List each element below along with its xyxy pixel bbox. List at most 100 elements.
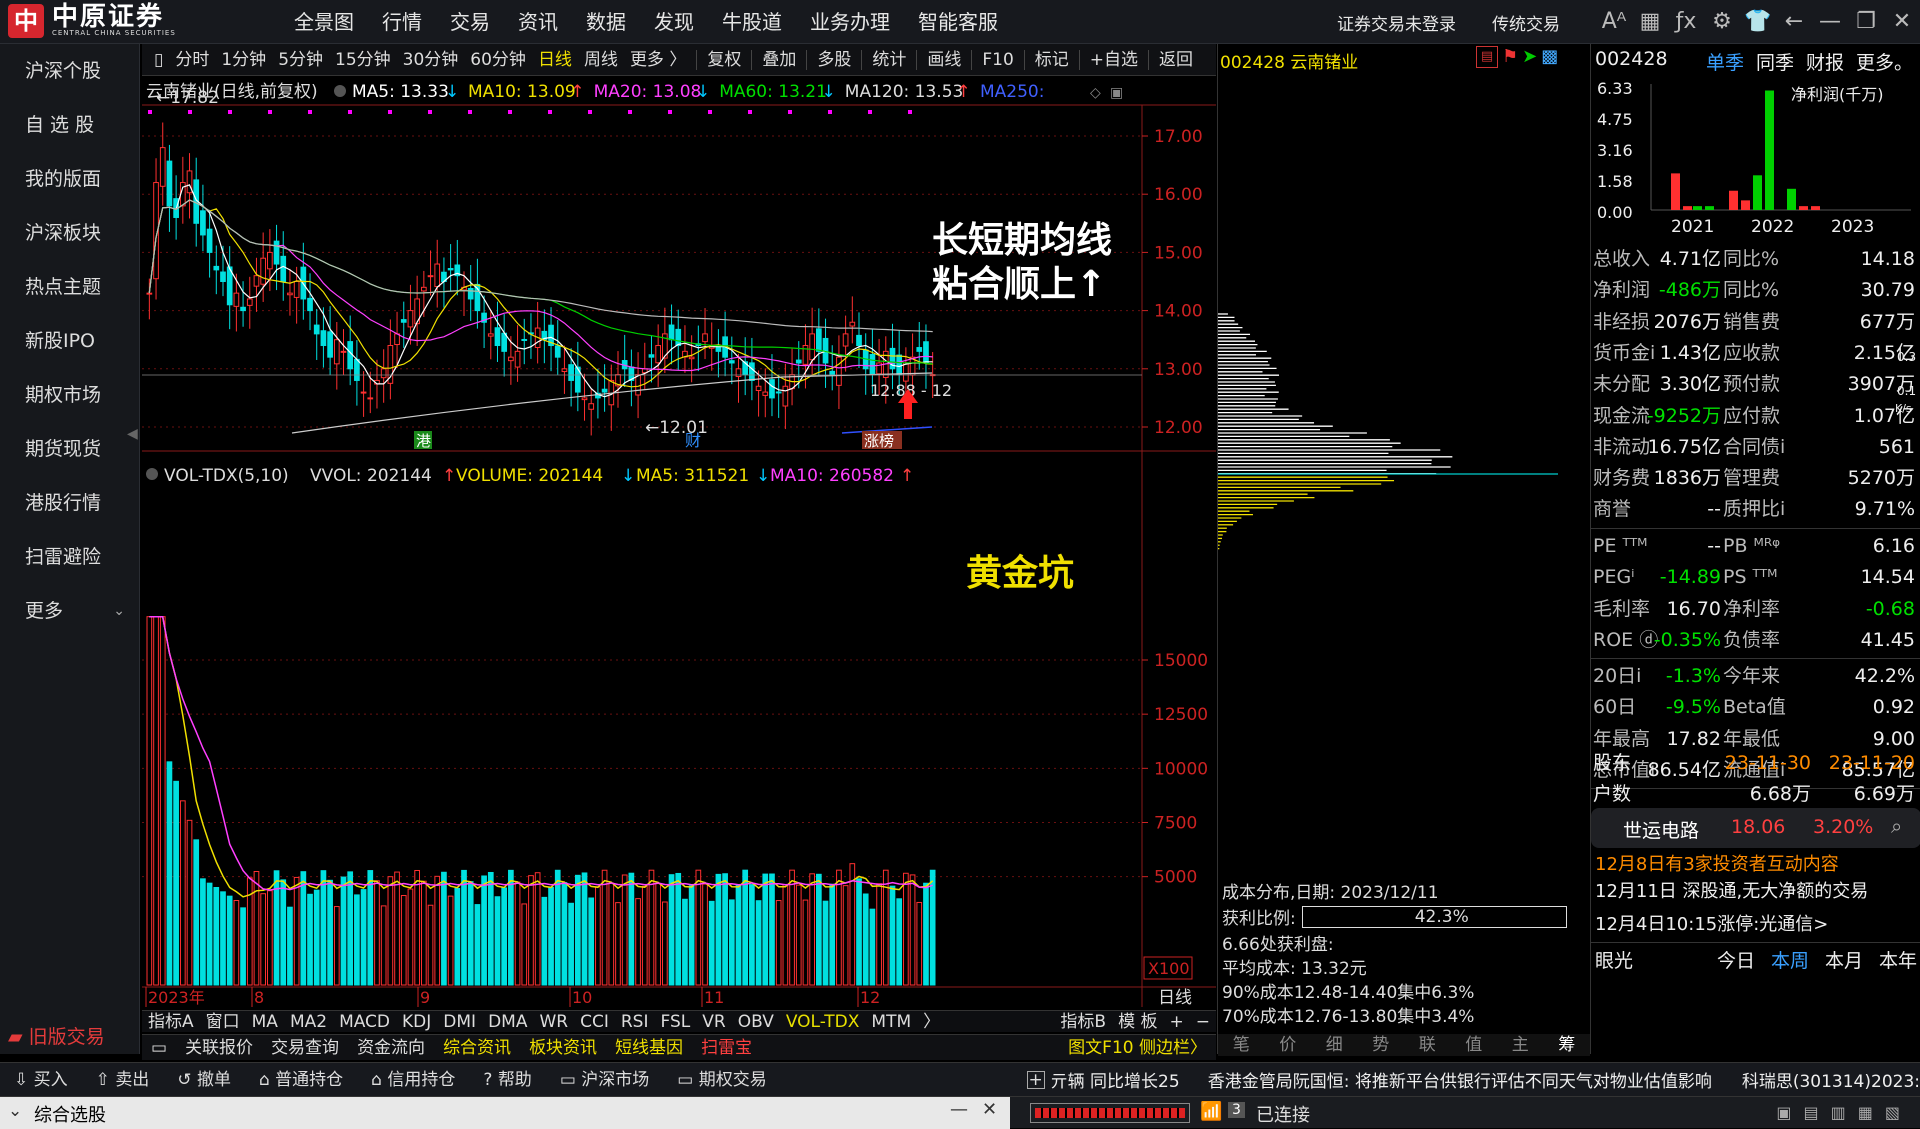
left-nav-item-10[interactable]: 更多 ⌄ <box>0 584 139 638</box>
tool-0[interactable]: 复权 <box>701 44 747 76</box>
indicator-0[interactable]: 指标A <box>142 1011 200 1033</box>
ticker-3[interactable]: 科瑞思(301314)2023: <box>1742 1067 1920 1092</box>
func-window-icon[interactable]: ▭ <box>142 1035 176 1061</box>
top-nav-item-0[interactable]: 全景图 <box>280 0 368 44</box>
tool-4[interactable]: 画线 <box>921 44 967 76</box>
indicator-11[interactable]: FSL <box>654 1011 696 1033</box>
sidebar-toggle[interactable]: 图文F10 侧边栏〉 <box>1059 1035 1216 1061</box>
left-nav-item-6[interactable]: 期权市场 <box>0 368 139 422</box>
stock-popup[interactable]: 世运电路 18.06 3.20% ⌕ <box>1591 808 1920 848</box>
settings-icon[interactable]: ⚙ <box>1704 0 1740 44</box>
indicator-15[interactable]: MTM <box>865 1011 917 1033</box>
left-nav-item-8[interactable]: 港股行情 <box>0 476 139 530</box>
status-item-3[interactable]: ⌂ 普通持仓 <box>245 1063 357 1097</box>
formula-icon[interactable]: ƒx <box>1668 0 1704 44</box>
dist-tab-1[interactable]: 价 <box>1279 1034 1296 1056</box>
kline-chart[interactable]: 云南锗业(日线,前复权) MA5: 13.33↓ MA10: 13.09↑ MA20:… <box>142 77 1216 1010</box>
tool-6[interactable]: 标记 <box>1029 44 1075 76</box>
collapse-left-icon[interactable]: ◀ <box>127 414 139 454</box>
tool-2[interactable]: 多股 <box>811 44 857 76</box>
info-period-0[interactable]: 今日 <box>1717 946 1755 973</box>
panel-icon[interactable]: ▣ <box>1110 85 1123 101</box>
top-nav-item-2[interactable]: 交易 <box>436 0 504 44</box>
footer-tool-3-icon[interactable]: ▥ <box>1831 1103 1846 1122</box>
left-nav-item-0[interactable]: 沪深个股 <box>0 44 139 98</box>
top-nav-item-7[interactable]: 业务办理 <box>796 0 904 44</box>
traditional-trade-button[interactable]: 传统交易 <box>1492 10 1560 35</box>
footer-tool-5-icon[interactable]: ▧ <box>1885 1103 1900 1122</box>
status-item-2[interactable]: ↺ 撤单 <box>163 1063 245 1097</box>
info-period-2[interactable]: 本月 <box>1825 946 1863 973</box>
indicator-19[interactable]: + <box>1164 1011 1190 1033</box>
left-nav-item-5[interactable]: 新股IPO <box>0 314 139 368</box>
footer-close-icon[interactable]: ✕ <box>982 1099 997 1120</box>
left-nav-item-7[interactable]: 期货现货 <box>0 422 139 476</box>
indicator-18[interactable]: 模 板 <box>1112 1011 1163 1033</box>
info-tab-2[interactable]: 财报 <box>1806 48 1844 75</box>
func-item-1[interactable]: 交易查询 <box>262 1035 348 1061</box>
font-size-icon[interactable]: Aᴬ <box>1596 0 1632 44</box>
indicator-7[interactable]: DMA <box>482 1011 533 1033</box>
top-nav-item-1[interactable]: 行情 <box>368 0 436 44</box>
footer-tool-2-icon[interactable]: ▤ <box>1804 1103 1819 1122</box>
footer-tool-1-icon[interactable]: ▣ <box>1776 1103 1791 1122</box>
layout-icon[interactable]: ▦ <box>1632 0 1668 44</box>
tool-8[interactable]: 返回 <box>1153 44 1199 76</box>
info-tab-0[interactable]: 单季 <box>1706 48 1744 75</box>
minimize-icon[interactable]: — <box>1812 0 1848 44</box>
left-nav-item-4[interactable]: 热点主题 <box>0 260 139 314</box>
period-0[interactable]: 分时 <box>169 44 215 76</box>
news-item-1[interactable]: 12月8日有3家投资者互动内容 <box>1595 850 1915 876</box>
left-nav-item-1[interactable]: 自 选 股 <box>0 98 139 152</box>
news-item-3[interactable]: 12月4日10:15涨停:光通信> <box>1595 910 1915 936</box>
add-icon[interactable]: + <box>1026 1070 1045 1089</box>
top-nav-item-8[interactable]: 智能客服 <box>904 0 1012 44</box>
tool-3[interactable]: 统计 <box>866 44 912 76</box>
restore-icon[interactable]: ❐ <box>1848 0 1884 44</box>
chevron-down-icon[interactable]: ⌄ <box>8 1101 22 1121</box>
period-8[interactable]: 更多 〉 <box>624 44 692 76</box>
status-item-7[interactable]: ▭ 期权交易 <box>663 1063 780 1097</box>
indicator-4[interactable]: MACD <box>333 1011 396 1033</box>
status-item-4[interactable]: ⌂ 信用持仓 <box>357 1063 469 1097</box>
indicator-5[interactable]: KDJ <box>396 1011 437 1033</box>
info-tab-3[interactable]: 更多。 <box>1856 48 1913 75</box>
info-period-3[interactable]: 本年 <box>1879 946 1917 973</box>
back-icon[interactable]: ← <box>1776 0 1812 44</box>
indicator-20[interactable]: − <box>1190 1011 1216 1033</box>
indicator-6[interactable]: DMI <box>437 1011 482 1033</box>
indicator-1[interactable]: 窗口 <box>200 1011 246 1033</box>
period-3[interactable]: 15分钟 <box>329 44 397 76</box>
search-icon[interactable]: ⌕ <box>1891 814 1902 838</box>
left-nav-item-3[interactable]: 沪深板块 <box>0 206 139 260</box>
indicator-16[interactable]: 〉 <box>917 1011 946 1033</box>
left-nav-item-9[interactable]: 扫雷避险 <box>0 530 139 584</box>
footer-minimize-icon[interactable]: — <box>950 1099 968 1120</box>
indicator-3[interactable]: MA2 <box>284 1011 333 1033</box>
dist-tab-3[interactable]: 势 <box>1372 1034 1389 1056</box>
dist-tab-7[interactable]: 筹 <box>1558 1034 1575 1056</box>
func-item-4[interactable]: 板块资讯 <box>520 1035 606 1061</box>
top-nav-item-3[interactable]: 资讯 <box>504 0 572 44</box>
status-item-0[interactable]: ⇩ 买入 <box>0 1063 82 1097</box>
info-period-1[interactable]: 本周 <box>1771 946 1809 973</box>
dist-tab-0[interactable]: 笔 <box>1233 1034 1250 1056</box>
window-icon[interactable]: ▯ <box>148 44 169 76</box>
dist-arrow-icon[interactable]: ➤ <box>1522 46 1537 68</box>
top-nav-item-6[interactable]: 牛股道 <box>708 0 796 44</box>
diamond-icon[interactable]: ◇ <box>1090 85 1101 101</box>
dist-chart-icon[interactable]: ▤ <box>1476 46 1498 68</box>
dist-grid-icon[interactable]: ▩ <box>1541 46 1558 68</box>
old-version-button[interactable]: ▰ 旧版交易 <box>0 1020 140 1054</box>
info-tab-1[interactable]: 同季 <box>1756 48 1794 75</box>
func-item-3[interactable]: 综合资讯 <box>434 1035 520 1061</box>
period-7[interactable]: 周线 <box>578 44 624 76</box>
close-icon[interactable]: ✕ <box>1884 0 1920 44</box>
func-item-2[interactable]: 资金流向 <box>348 1035 434 1061</box>
period-5[interactable]: 60分钟 <box>464 44 532 76</box>
status-item-1[interactable]: ⇧ 卖出 <box>82 1063 164 1097</box>
status-item-5[interactable]: ? 帮助 <box>469 1063 545 1097</box>
indicator-13[interactable]: OBV <box>732 1011 780 1033</box>
period-6[interactable]: 日线 <box>532 44 578 76</box>
dist-flag-icon[interactable]: ⚑ <box>1502 46 1518 68</box>
